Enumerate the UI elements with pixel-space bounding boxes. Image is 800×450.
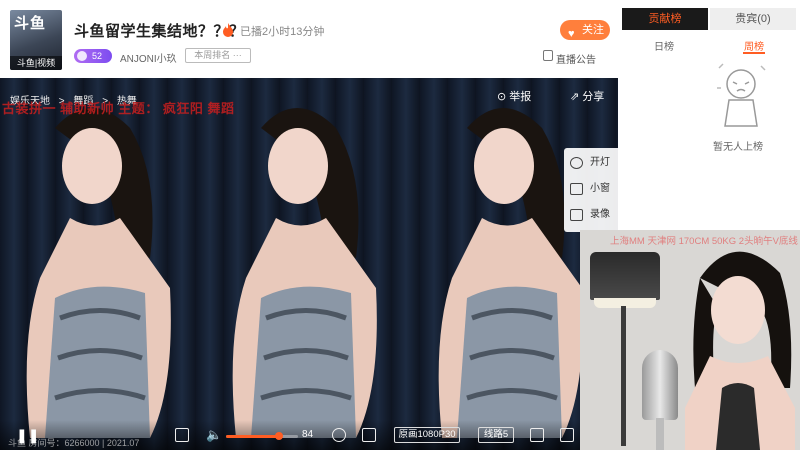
barrage-icon[interactable] (362, 428, 376, 442)
weekly-rank-tag[interactable]: 本周排名 ··· (185, 48, 251, 63)
stream-overlay-text: 古装拼一 辅助新帅 主题： 疯狂阳 舞蹈 (2, 101, 235, 116)
share-label: 分享 (582, 91, 605, 103)
streamer-figure (685, 251, 795, 450)
microphone-stand (656, 418, 664, 450)
lamp-shade (590, 252, 660, 300)
room-header: 斗鱼 斗鱼|视频 斗鱼留学生集结地？？？ 已播2小时13分钟 52 ANJONI… (0, 0, 618, 78)
lamp-pole (621, 306, 626, 446)
empty-rank-text: 暂无人上榜 (713, 142, 763, 153)
player-control-bar: 斗鱼 房间号：6266000 | 2021.07 ❚❚ 🔈 84 原画1080P… (0, 420, 618, 450)
volume-value: 84 (302, 429, 314, 440)
lightbulb-icon (570, 157, 583, 169)
camera-overlay-title: 上海MM 天津网 170CM 50KG 2头晌午V底线 (610, 236, 798, 247)
dancer-figure (438, 108, 583, 438)
tab-contribution[interactable]: 贡献榜 (622, 8, 708, 30)
douyu-live-room: 斗鱼 斗鱼|视频 斗鱼留学生集结地？？？ 已播2小时13分钟 52 ANJONI… (0, 0, 800, 450)
share-icon: ⇗ (570, 91, 583, 103)
mini-window-toggle[interactable]: 小窗 (570, 178, 610, 200)
settings-icon[interactable] (332, 428, 346, 442)
streamer-camera-view: 上海MM 天津网 170CM 50KG 2头晌午V底线 (580, 230, 800, 450)
dancer-figure (26, 108, 171, 438)
level-badge: 52 (74, 49, 112, 63)
level-value: 52 (92, 51, 103, 61)
edit-icon[interactable] (175, 428, 189, 442)
follow-label: 关注 (582, 24, 604, 36)
report-label: 举报 (509, 91, 532, 103)
anchor-name[interactable]: ANJONI小玖 (120, 50, 177, 65)
side-item-label: 录像 (590, 209, 610, 220)
rank-panel: 贡献榜 贵宾(0) 日榜 周榜 暂无人上榜 (618, 0, 800, 230)
volume-fill (226, 435, 280, 438)
announcement-button[interactable]: 直播公告 (556, 51, 596, 66)
empty-rank-icon (717, 63, 766, 127)
rank-tabs: 贡献榜 贵宾(0) (618, 8, 800, 32)
level-icon (77, 51, 87, 61)
light-toggle[interactable]: 开灯 (570, 152, 610, 174)
record-toggle[interactable]: 录像 (570, 204, 610, 226)
douyu-logo: 斗鱼 (14, 15, 47, 32)
fire-icon (223, 23, 233, 37)
dancer-figure (232, 108, 377, 438)
volume-slider[interactable] (226, 432, 298, 440)
tab-vip[interactable]: 贵宾(0) (710, 8, 796, 30)
active-tab-indicator (743, 52, 765, 54)
avatar-caption: 斗鱼|视频 (10, 56, 62, 70)
room-title: 斗鱼留学生集结地？？？ (74, 23, 245, 40)
heart-icon: ♥ (568, 28, 575, 40)
microphone (642, 350, 678, 420)
quality-selector[interactable]: 原画1080P30 (394, 427, 460, 443)
video-player[interactable]: 娱乐天地 > 舞蹈 > 热舞 古装拼一 辅助新帅 主题： 疯狂阳 舞蹈 ⊙ 举报… (0, 78, 618, 450)
side-item-label: 小窗 (590, 183, 610, 194)
tab-weekly[interactable]: 周榜 (744, 38, 764, 53)
report-icon: ⊙ (497, 91, 510, 103)
report-button[interactable]: ⊙ 举报 (497, 88, 531, 104)
anchor-avatar[interactable]: 斗鱼 斗鱼|视频 (10, 10, 62, 70)
web-fullscreen-icon[interactable] (530, 428, 544, 442)
record-icon (570, 209, 583, 221)
fullscreen-icon[interactable] (560, 428, 574, 442)
live-duration: 已播2小时13分钟 (240, 26, 325, 38)
pause-button[interactable]: ❚❚ (16, 427, 39, 444)
share-button[interactable]: ⇗ 分享 (570, 88, 604, 104)
volume-knob[interactable] (275, 432, 284, 440)
notice-icon (543, 50, 553, 61)
mini-window-icon (570, 183, 583, 195)
volume-icon[interactable]: 🔈 (206, 427, 222, 443)
side-item-label: 开灯 (590, 157, 610, 168)
tab-daily[interactable]: 日榜 (654, 38, 674, 53)
player-side-menu: 开灯 小窗 录像 (564, 148, 618, 232)
follow-button[interactable]: ♥ 关注 (560, 20, 610, 40)
line-selector[interactable]: 线路5 (478, 427, 514, 443)
